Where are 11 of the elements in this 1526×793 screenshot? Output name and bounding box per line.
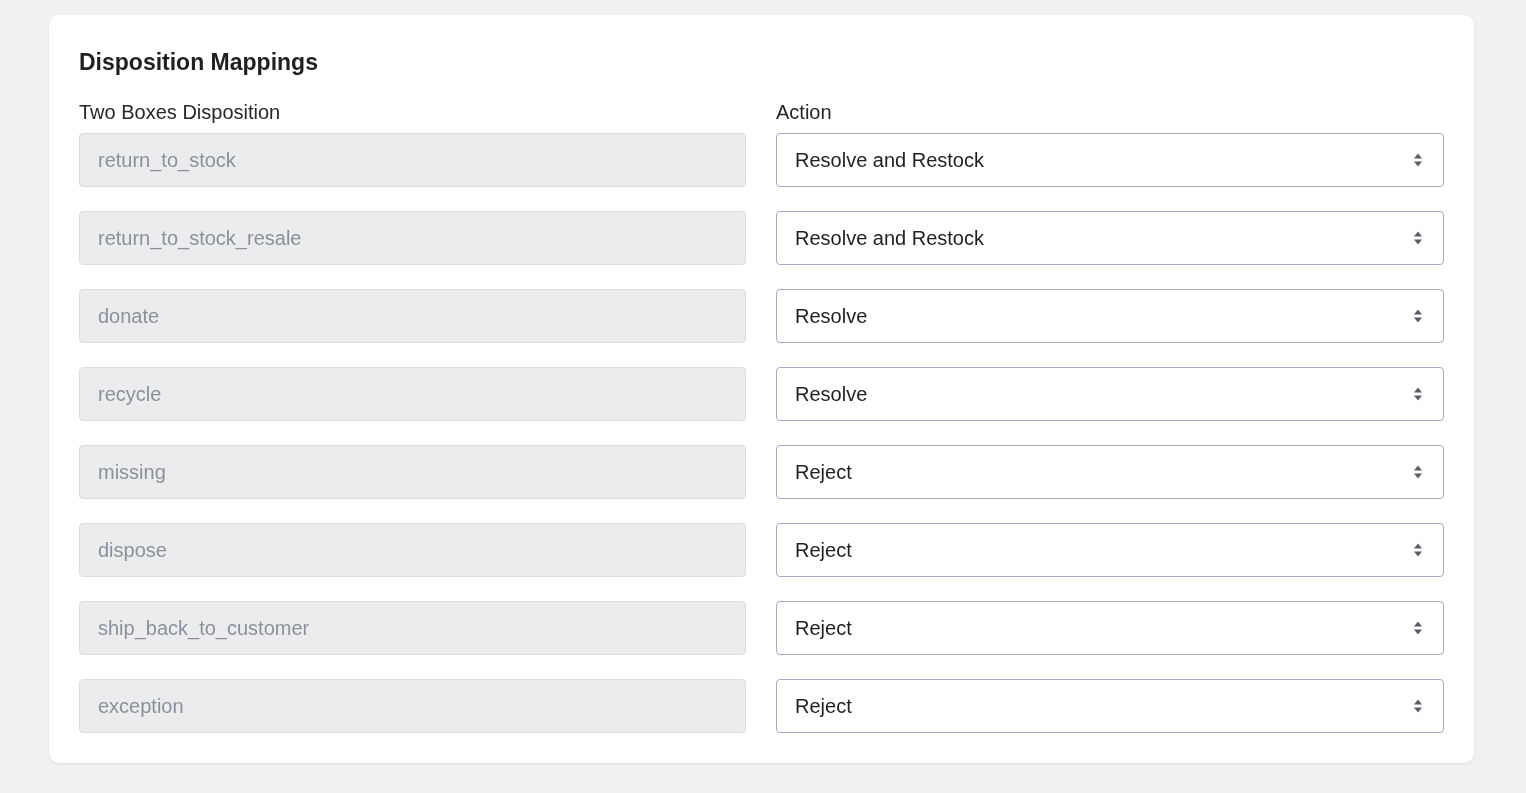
sort-caret-icon bbox=[1413, 152, 1423, 168]
sort-caret-icon bbox=[1413, 386, 1423, 402]
sort-caret-icon bbox=[1413, 698, 1423, 714]
column-label: Two Boxes Disposition bbox=[79, 100, 282, 124]
column-label: Action bbox=[776, 100, 833, 124]
section-title: Disposition Mappings bbox=[79, 49, 319, 76]
sort-caret-icon bbox=[1413, 620, 1423, 636]
sort-caret-icon bbox=[1413, 308, 1423, 324]
sort-caret-icon bbox=[1413, 542, 1423, 558]
sort-caret-icon bbox=[1413, 230, 1423, 246]
sort-caret-icon bbox=[1413, 464, 1423, 480]
